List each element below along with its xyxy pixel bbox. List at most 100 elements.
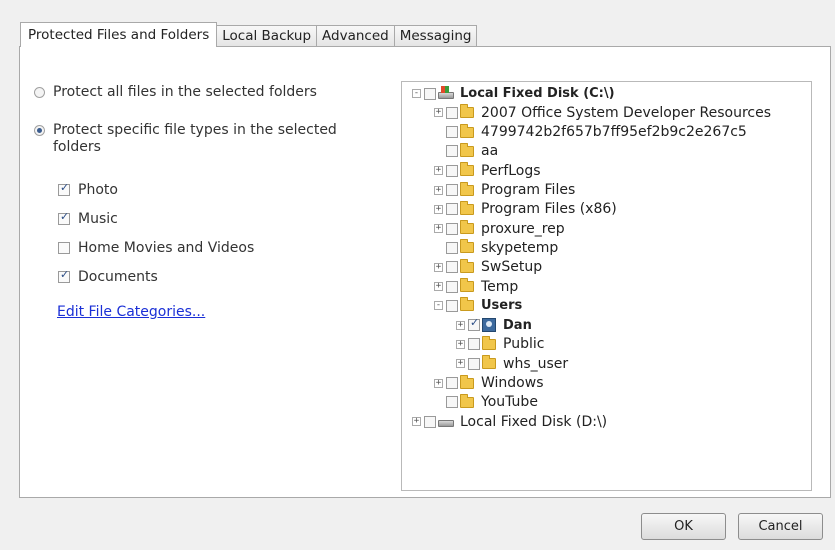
music-label: Music (78, 211, 118, 227)
tree-checkbox[interactable] (468, 357, 480, 370)
tree-checkbox[interactable] (446, 203, 458, 216)
expand-icon[interactable]: + (434, 166, 443, 176)
home-movies-checkbox[interactable] (58, 242, 70, 254)
protect-all-option[interactable]: Protect all files in the selected folder… (34, 84, 317, 101)
tree-checkbox[interactable] (446, 222, 458, 235)
tab-protected-files[interactable]: Protected Files and Folders (20, 22, 218, 47)
tree-checkbox[interactable] (446, 126, 458, 139)
file-type-home-movies[interactable]: Home Movies and Videos (58, 240, 254, 256)
tree-node[interactable]: - Users (434, 296, 522, 315)
folder-icon (460, 278, 474, 292)
expand-icon[interactable]: + (434, 204, 443, 214)
tree-node[interactable]: + SwSetup (434, 258, 542, 277)
folder-icon (460, 374, 474, 389)
tree-checkbox[interactable] (446, 241, 458, 254)
tree-checkbox[interactable] (446, 261, 458, 274)
tree-node-label: Local Fixed Disk (C:\) (460, 86, 615, 101)
photo-label: Photo (78, 182, 118, 198)
tree-node-label: Windows (481, 375, 544, 391)
tree-checkbox[interactable] (446, 396, 458, 409)
tree-checkbox[interactable] (446, 145, 458, 158)
tree-node[interactable]: 4799742b2f657b7ff95ef2b9c2e267c5 (434, 123, 747, 142)
tree-node[interactable]: + Program Files (x86) (434, 200, 617, 219)
expand-icon[interactable]: + (412, 417, 421, 427)
tree-checkbox[interactable] (446, 106, 458, 119)
tree-checkbox[interactable] (424, 87, 436, 100)
protect-specific-option[interactable]: Protect specific file types in the selec… (34, 122, 364, 156)
tree-checkbox[interactable] (446, 377, 458, 389)
expand-icon[interactable]: + (434, 108, 443, 118)
folder-icon (460, 258, 474, 273)
tree-node[interactable]: + Local Fixed Disk (D:\) (412, 412, 607, 431)
tree-node-label: 2007 Office System Developer Resources (481, 104, 772, 121)
file-type-music[interactable]: Music (58, 210, 118, 227)
folder-icon (460, 393, 474, 408)
tree-node[interactable]: + Dan (456, 316, 532, 335)
tab-panel: Protect all files in the selected folder… (19, 46, 831, 498)
tab-local-backup[interactable]: Local Backup (216, 25, 318, 47)
expand-icon[interactable]: + (456, 339, 465, 349)
expand-icon[interactable]: + (434, 282, 443, 291)
tree-checkbox[interactable] (468, 338, 480, 351)
protect-specific-radio[interactable] (34, 125, 45, 136)
photo-checkbox[interactable] (58, 181, 70, 196)
tree-node[interactable]: + PerfLogs (434, 161, 541, 180)
tree-node[interactable]: + Public (456, 335, 544, 354)
tree-node-label: skypetemp (481, 239, 559, 256)
tree-checkbox[interactable] (446, 280, 458, 293)
tree-checkbox[interactable] (468, 316, 480, 332)
tree-node-label: SwSetup (481, 259, 543, 276)
file-type-documents[interactable]: Documents (58, 268, 158, 285)
expand-icon[interactable]: + (434, 262, 443, 272)
music-checkbox[interactable] (58, 210, 70, 225)
cancel-button[interactable]: Cancel (738, 513, 823, 540)
expand-icon[interactable]: + (434, 378, 443, 388)
tree-node[interactable]: +2007 Office System Developer Resources (434, 103, 771, 122)
folder-icon (460, 220, 474, 235)
folder-icon (460, 181, 474, 196)
collapse-icon[interactable]: - (434, 301, 443, 311)
tree-checkbox[interactable] (446, 299, 458, 312)
tree-node[interactable]: + Temp (434, 277, 518, 296)
tree-checkbox[interactable] (446, 164, 458, 177)
tree-node-label: Users (481, 298, 523, 314)
home-movies-label: Home Movies and Videos (78, 240, 255, 256)
edit-file-categories-link[interactable]: Edit File Categories... (57, 304, 205, 320)
tree-node[interactable]: + Program Files (434, 181, 575, 200)
tree-node-label: aa (481, 143, 499, 160)
expand-icon[interactable]: + (456, 320, 465, 330)
drive-system-icon (438, 85, 454, 100)
folder-tree[interactable]: - Local Fixed Disk (C:\) +2007 Office Syst… (401, 81, 812, 491)
tree-node[interactable]: + Windows (434, 374, 544, 393)
tree-node[interactable]: + proxure_rep (434, 219, 565, 238)
tree-node[interactable]: skypetemp (434, 238, 558, 257)
folder-icon (460, 123, 474, 138)
folder-icon (460, 162, 474, 177)
expand-icon[interactable]: + (434, 224, 443, 234)
tree-checkbox[interactable] (424, 415, 436, 428)
folder-icon (460, 239, 474, 254)
tree-node-label: PerfLogs (481, 162, 541, 179)
expand-icon[interactable]: + (456, 359, 465, 369)
documents-checkbox[interactable] (58, 268, 70, 283)
tree-node[interactable]: aa (434, 142, 498, 161)
tab-messaging[interactable]: Messaging (393, 25, 478, 47)
file-type-photo[interactable]: Photo (58, 181, 118, 198)
tab-bar: Protected Files and Folders Local Backup… (20, 22, 478, 47)
tree-node-label: Temp (481, 278, 519, 295)
folder-icon (460, 297, 474, 312)
tree-node-label: Program Files (x86) (481, 201, 617, 218)
tree-checkbox[interactable] (446, 184, 458, 196)
collapse-icon[interactable]: - (412, 89, 421, 98)
protect-all-radio[interactable] (34, 87, 45, 98)
tree-node[interactable]: YouTube (434, 393, 538, 412)
tree-node[interactable]: - Local Fixed Disk (C:\) (412, 84, 615, 103)
expand-icon[interactable]: + (434, 185, 443, 195)
ok-button[interactable]: OK (641, 513, 726, 540)
protect-specific-label: Protect specific file types in the selec… (53, 122, 337, 155)
tree-node-label: 4799742b2f657b7ff95ef2b9c2e267c5 (481, 124, 747, 141)
tab-advanced[interactable]: Advanced (316, 25, 395, 47)
folder-icon (460, 104, 474, 119)
tree-node[interactable]: + whs_user (456, 354, 568, 373)
tree-node-label: Dan (503, 317, 532, 333)
